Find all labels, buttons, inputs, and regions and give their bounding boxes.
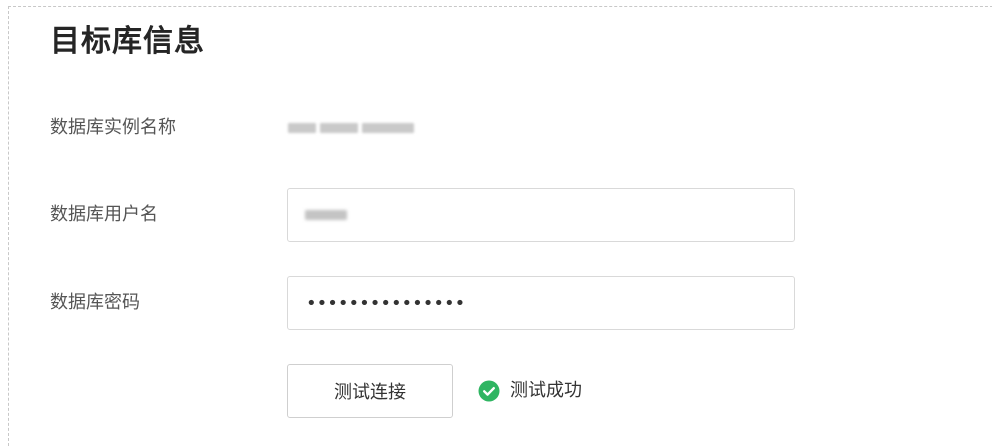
password-input[interactable]	[287, 276, 795, 330]
section-title: 目标库信息	[50, 24, 205, 59]
instance-name-label: 数据库实例名称	[50, 117, 176, 138]
username-input[interactable]	[287, 188, 795, 242]
username-value	[305, 210, 347, 220]
username-label: 数据库用户名	[50, 204, 158, 225]
password-label: 数据库密码	[50, 292, 140, 313]
check-circle-icon	[478, 380, 500, 402]
test-connection-button[interactable]: 测试连接	[287, 364, 453, 418]
connection-status: 测试成功	[478, 378, 582, 404]
instance-name-value	[288, 120, 450, 136]
status-text: 测试成功	[510, 380, 582, 401]
